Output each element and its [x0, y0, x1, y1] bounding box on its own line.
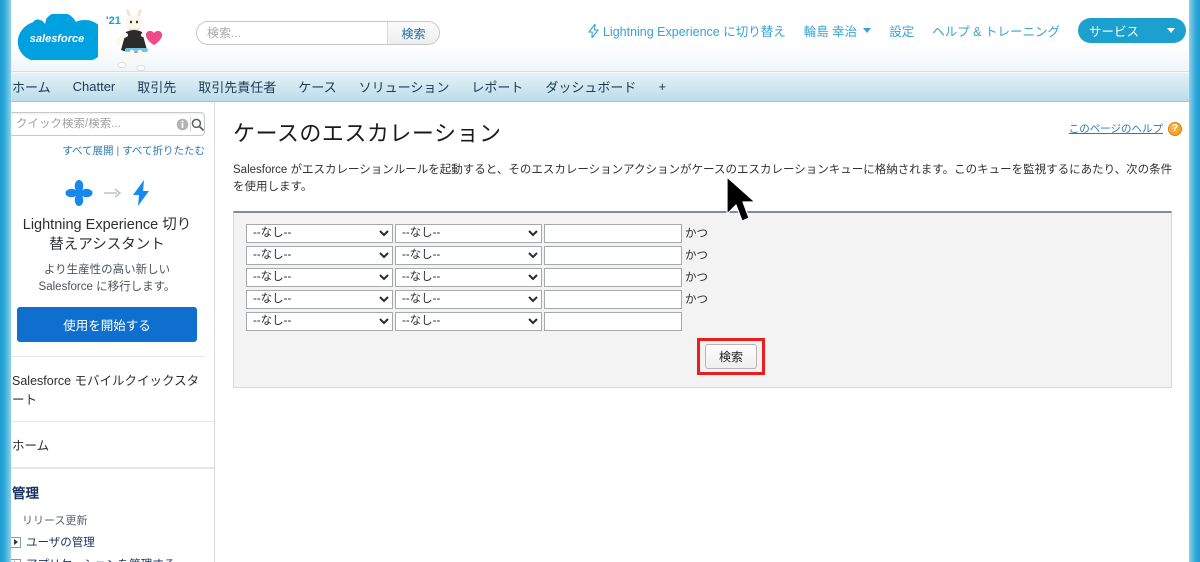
help-for-this-page-link[interactable]: このページのヘルプ ?	[1069, 121, 1182, 136]
get-started-button[interactable]: 使用を開始する	[17, 307, 197, 343]
sidebar-item-release-updates[interactable]: リリース更新	[0, 509, 214, 531]
tab-chatter[interactable]: Chatter	[73, 79, 116, 94]
quick-find-input[interactable]	[10, 118, 176, 130]
logo-area[interactable]: salesforce '21	[16, 6, 176, 71]
page-title: ケースのエスカレーション	[233, 121, 502, 146]
filter-field-select[interactable]: --なし--	[246, 245, 393, 265]
lightning-migration-card: Lightning Experience 切り替えアシスタント より生産性の高い…	[9, 167, 205, 358]
help-training-label: ヘルプ & トレーニング	[932, 25, 1060, 39]
filter-criteria-panel: --なし-- --なし-- かつ --なし-- --なし-- かつ --なし--…	[233, 210, 1172, 388]
setup-link[interactable]: 設定	[889, 21, 914, 40]
chevron-down-icon	[1167, 28, 1175, 33]
page-header-row: ケースのエスカレーション このページのヘルプ ?	[233, 116, 1182, 148]
global-search[interactable]: 検索	[196, 21, 440, 45]
primary-tab-bar: ホーム Chatter 取引先 取引先責任者 ケース ソリューション レポート …	[0, 72, 1200, 102]
filter-actions: 検索	[246, 337, 1159, 375]
filter-field-select[interactable]: --なし--	[246, 311, 393, 331]
tab-cases[interactable]: ケース	[298, 77, 336, 96]
salesforce-logo-icon[interactable]: salesforce	[16, 14, 98, 60]
sidebar-section-administration: 管理	[0, 468, 214, 509]
filter-field-select[interactable]: --なし--	[246, 223, 393, 243]
help-training-link[interactable]: ヘルプ & トレーニング	[932, 21, 1060, 40]
tab-reports[interactable]: レポート	[471, 77, 523, 96]
filter-operator-select[interactable]: --なし--	[395, 267, 542, 287]
switch-to-lightning-link[interactable]: Lightning Experience に切り替え	[587, 21, 786, 40]
filter-and-label: かつ	[685, 228, 708, 240]
page-frame-right-strip	[1189, 0, 1200, 562]
filter-value-input[interactable]	[544, 245, 682, 265]
search-icon[interactable]	[190, 113, 204, 135]
filter-row: --なし-- --なし-- かつ	[246, 245, 1159, 265]
app-picker-label: サービス	[1089, 25, 1140, 39]
lightning-card-title: Lightning Experience 切り替えアシスタント	[22, 217, 192, 253]
sidebar-item-manage-users[interactable]: ユーザの管理	[0, 531, 214, 553]
expand-all-link[interactable]: すべて展開	[62, 145, 113, 157]
filter-value-input[interactable]	[544, 289, 682, 309]
cloudy-goat-mascot-icon: '21	[106, 9, 163, 71]
filter-field-select[interactable]: --なし--	[246, 267, 393, 287]
main-content: ケースのエスカレーション このページのヘルプ ? Salesforce がエスカ…	[215, 102, 1200, 562]
filter-row: --なし-- --なし-- かつ	[246, 223, 1159, 243]
sidebar-item-label: アプリケーションを管理する	[26, 556, 175, 562]
add-tab-button[interactable]: +	[658, 79, 666, 94]
chevron-down-icon	[863, 28, 872, 33]
header-links: Lightning Experience に切り替え 輪島 幸治 設定 ヘルプ …	[587, 18, 1186, 43]
setup-sidebar: すべて展開 | すべて折りたたむ	[0, 102, 215, 562]
sidebar-item-label: ユーザの管理	[26, 537, 95, 550]
global-search-button[interactable]: 検索	[387, 22, 439, 44]
collapse-all-link[interactable]: すべて折りたたむ	[122, 145, 205, 157]
filter-value-input[interactable]	[544, 267, 682, 287]
links-separator: |	[116, 145, 120, 157]
page-description: Salesforce がエスカレーションルールを起動すると、そのエスカレーション…	[233, 164, 1173, 194]
sidebar-item-manage-apps[interactable]: アプリケーションを管理する	[0, 553, 214, 562]
quick-find-area	[0, 102, 214, 138]
salesforce-logo-text: salesforce	[30, 33, 84, 45]
lightning-bolt-icon	[587, 23, 599, 38]
app-picker-button[interactable]: サービス	[1078, 18, 1186, 43]
global-header: salesforce '21 検索... 検索 Lightning Experi…	[0, 0, 1200, 72]
filter-value-input[interactable]	[544, 311, 682, 331]
expand-triangle-icon[interactable]	[10, 536, 21, 548]
user-name-label: 輪島 幸治	[803, 25, 858, 39]
salesforce-classic-cloud-icon	[65, 180, 92, 206]
release-badge-text: '21	[106, 15, 121, 27]
filter-operator-select[interactable]: --なし--	[395, 245, 542, 265]
info-icon[interactable]	[176, 113, 190, 135]
lightning-card-description: より生産性の高い新しい Salesforce に移行します。	[38, 264, 176, 293]
filter-and-label: かつ	[685, 272, 708, 284]
salesforce-classic-page: salesforce '21 検索... 検索 Lightning Experi…	[0, 0, 1200, 562]
help-question-icon[interactable]: ?	[1168, 121, 1182, 136]
global-search-input[interactable]	[197, 22, 387, 44]
arrow-right-icon	[103, 188, 121, 198]
lightning-bolt-icon	[132, 180, 149, 206]
filter-row: --なし-- --なし--	[246, 311, 1159, 331]
filter-row: --なし-- --なし-- かつ	[246, 289, 1159, 309]
help-link-label: このページのヘルプ	[1068, 123, 1163, 135]
search-button[interactable]: 検索	[705, 343, 758, 369]
filter-value-input[interactable]	[544, 223, 682, 243]
filter-and-label: かつ	[685, 250, 708, 262]
expand-collapse-links: すべて展開 | すべて折りたたむ	[0, 138, 214, 165]
page-frame-left-strip	[0, 0, 11, 562]
user-menu[interactable]: 輪島 幸治	[803, 21, 872, 40]
tab-dashboards[interactable]: ダッシュボード	[545, 77, 636, 96]
quick-find-field[interactable]	[9, 112, 205, 136]
page-body: すべて展開 | すべて折りたたむ	[0, 102, 1200, 562]
sidebar-item-home[interactable]: ホーム	[0, 422, 214, 469]
tab-accounts[interactable]: 取引先	[137, 77, 176, 96]
filter-and-label: かつ	[685, 294, 708, 306]
filter-operator-select[interactable]: --なし--	[395, 311, 542, 331]
filter-row: --なし-- --なし-- かつ	[246, 267, 1159, 287]
sidebar-item-mobile-quick-start[interactable]: Salesforce モバイルクイックスタート	[0, 357, 214, 423]
switch-to-lightning-label: Lightning Experience に切り替え	[602, 25, 786, 39]
tab-contacts[interactable]: 取引先責任者	[198, 77, 276, 96]
filter-field-select[interactable]: --なし--	[246, 289, 393, 309]
search-button-highlight: 検索	[697, 337, 766, 375]
lightning-card-icons	[17, 179, 197, 207]
tab-solutions[interactable]: ソリューション	[359, 77, 450, 96]
filter-operator-select[interactable]: --なし--	[395, 289, 542, 309]
tab-home[interactable]: ホーム	[12, 77, 51, 96]
filter-operator-select[interactable]: --なし--	[395, 223, 542, 243]
setup-label: 設定	[889, 25, 915, 39]
